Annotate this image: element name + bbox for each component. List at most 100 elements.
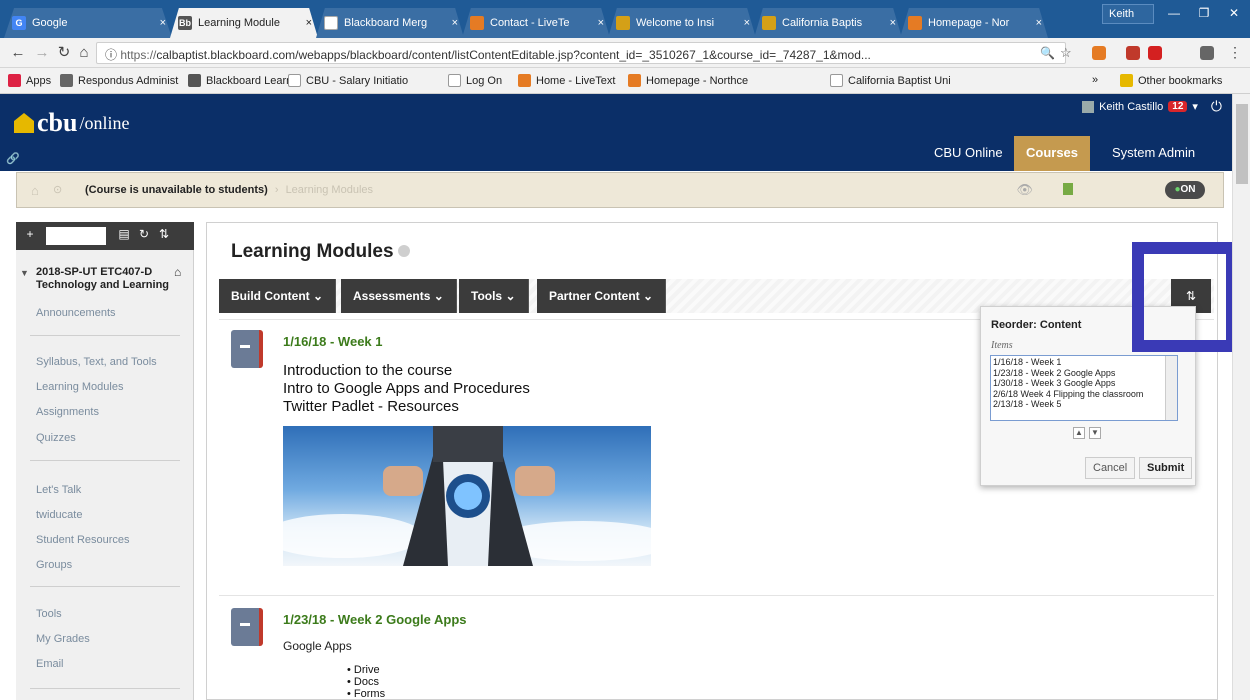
- refresh-icon[interactable]: ↻: [136, 227, 152, 241]
- move-down-icon[interactable]: ▼: [1089, 427, 1101, 439]
- bookmark-northcentral[interactable]: Homepage - Northce: [628, 74, 748, 87]
- browser-tab-blackboard-merge[interactable]: Blackboard Merg ×: [316, 8, 464, 38]
- list-scrollbar[interactable]: [1165, 356, 1177, 420]
- tab-courses[interactable]: Courses: [1014, 136, 1091, 171]
- scrollbar-thumb[interactable]: [1236, 104, 1248, 184]
- menu-icon[interactable]: ⋮: [1228, 44, 1242, 61]
- build-content-button[interactable]: Build Content ⌄: [219, 279, 337, 313]
- browser-tab-california-baptist[interactable]: California Baptis ×: [754, 8, 902, 38]
- partner-content-button[interactable]: Partner Content ⌄: [537, 279, 667, 313]
- color-icon[interactable]: [1063, 183, 1073, 195]
- forward-icon[interactable]: →: [32, 44, 52, 62]
- livetext-icon: [470, 16, 484, 30]
- title-menu-icon[interactable]: [397, 245, 410, 257]
- sort-icon[interactable]: ⇅: [156, 227, 172, 241]
- reorder-option[interactable]: 1/23/18 - Week 2 Google Apps: [993, 368, 1175, 379]
- minimize-icon[interactable]: —: [1160, 3, 1188, 23]
- extension-icon[interactable]: [1200, 46, 1214, 60]
- browser-tab-insight[interactable]: Welcome to Insi ×: [608, 8, 756, 38]
- bookmark-cbu-salary[interactable]: CBU - Salary Initiatio: [288, 74, 408, 87]
- info-icon[interactable]: ⓘ: [105, 48, 120, 62]
- sidebar-item-groups[interactable]: Groups: [36, 559, 72, 571]
- tools-button[interactable]: Tools ⌄: [459, 279, 529, 313]
- reorder-option[interactable]: 1/16/18 - Week 1: [993, 357, 1175, 368]
- sidebar-item-announcements[interactable]: Announcements: [36, 307, 116, 319]
- move-up-icon[interactable]: ▲: [1073, 427, 1085, 439]
- sidebar-item-tools[interactable]: Tools: [36, 608, 62, 620]
- chevron-down-icon: ⌄: [505, 289, 516, 303]
- sidebar-item-learning-modules[interactable]: Learning Modules: [36, 381, 123, 393]
- course-title[interactable]: 2018-SP-UT ETC407-D Technology and Learn…: [36, 266, 169, 292]
- bookmark-california-baptist[interactable]: California Baptist Uni: [830, 74, 951, 87]
- tab-system-admin[interactable]: System Admin: [1100, 136, 1207, 171]
- sidebar-item-student-resources[interactable]: Student Resources: [36, 534, 130, 546]
- maximize-icon[interactable]: ❐: [1190, 3, 1218, 23]
- chevron-down-icon[interactable]: ⊙: [53, 183, 62, 196]
- bookmark-livetext[interactable]: Home - LiveText: [518, 74, 615, 87]
- eye-icon[interactable]: 👁: [1016, 182, 1033, 198]
- other-bookmarks[interactable]: Other bookmarks: [1120, 74, 1222, 87]
- home-icon[interactable]: ⌂: [174, 265, 181, 279]
- zoom-icon[interactable]: 🔍: [1040, 46, 1055, 60]
- browser-tab-northcentral[interactable]: Homepage - Nor ×: [900, 8, 1048, 38]
- sidebar-item-syllabus[interactable]: Syllabus, Text, and Tools: [36, 356, 157, 368]
- add-icon[interactable]: +: [22, 227, 38, 241]
- close-tab-icon[interactable]: ×: [744, 17, 750, 29]
- bookmark-blackboard[interactable]: Blackboard Learn: [188, 74, 292, 87]
- tab-cbu-online[interactable]: CBU Online: [922, 136, 1015, 171]
- chevron-down-icon[interactable]: ▾: [1192, 100, 1198, 113]
- logout-icon[interactable]: ⏻: [1211, 98, 1222, 115]
- page-scrollbar[interactable]: [1232, 94, 1250, 700]
- item-title-link[interactable]: 1/16/18 - Week 1: [283, 334, 383, 349]
- submit-button[interactable]: Submit: [1139, 457, 1193, 479]
- cancel-button[interactable]: Cancel: [1085, 457, 1136, 479]
- reorder-items-list[interactable]: 1/16/18 - Week 1 1/23/18 - Week 2 Google…: [990, 355, 1178, 421]
- reload-icon[interactable]: ↻: [54, 44, 74, 62]
- reorder-option[interactable]: 2/13/18 - Week 5: [993, 399, 1175, 410]
- close-window-icon[interactable]: ✕: [1220, 3, 1248, 23]
- bookmark-log-on[interactable]: Log On: [448, 74, 502, 87]
- blackboard-icon: [188, 74, 201, 87]
- assessments-button[interactable]: Assessments ⌄: [341, 279, 457, 313]
- more-bookmarks-icon[interactable]: »: [1092, 74, 1098, 86]
- home-icon[interactable]: ⌂: [74, 44, 94, 62]
- document-icon: [231, 330, 263, 368]
- doc-icon: [288, 74, 301, 87]
- close-tab-icon[interactable]: ×: [452, 17, 458, 29]
- item-title-link[interactable]: 1/23/18 - Week 2 Google Apps: [283, 612, 467, 627]
- reorder-option[interactable]: 1/30/18 - Week 3 Google Apps: [993, 378, 1175, 389]
- close-tab-icon[interactable]: ×: [306, 17, 312, 29]
- back-icon[interactable]: ←: [8, 44, 28, 62]
- sidebar-item-email[interactable]: Email: [36, 658, 64, 670]
- browser-tab-livetext[interactable]: Contact - LiveTe ×: [462, 8, 610, 38]
- sidebar-item-lets-talk[interactable]: Let's Talk: [36, 484, 81, 496]
- collapse-icon[interactable]: ▼: [20, 268, 29, 278]
- close-tab-icon[interactable]: ×: [598, 17, 604, 29]
- bookmark-respondus[interactable]: Respondus Administ: [60, 74, 178, 87]
- browser-tab-learning-modules[interactable]: Bb Learning Module ×: [170, 8, 318, 38]
- breadcrumb-current[interactable]: Learning Modules: [286, 184, 373, 196]
- close-tab-icon[interactable]: ×: [890, 17, 896, 29]
- close-tab-icon[interactable]: ×: [160, 17, 166, 29]
- sidebar-item-my-grades[interactable]: My Grades: [36, 633, 90, 645]
- pdf-extension-icon[interactable]: [1148, 46, 1162, 60]
- reorder-option[interactable]: 2/6/18 Week 4 Flipping the classroom: [993, 389, 1175, 400]
- bookmark-star-icon[interactable]: ☆: [1060, 45, 1072, 61]
- user-menu[interactable]: Keith Castillo 12 ▾ ⏻: [1082, 98, 1222, 115]
- home-icon[interactable]: ⌂: [31, 183, 39, 198]
- folder-view-icon[interactable]: ▤: [116, 227, 132, 241]
- extension-icon[interactable]: [1092, 46, 1106, 60]
- sidebar-item-quizzes[interactable]: Quizzes: [36, 432, 76, 444]
- close-tab-icon[interactable]: ×: [1036, 17, 1042, 29]
- bookmark-apps[interactable]: Apps: [8, 74, 51, 87]
- sidebar-item-assignments[interactable]: Assignments: [36, 406, 99, 418]
- cbu-online-logo[interactable]: cbu/online: [14, 108, 129, 138]
- edit-mode-toggle[interactable]: ●ON: [1165, 181, 1205, 199]
- sidebar-item-twiducate[interactable]: twiducate: [36, 509, 82, 521]
- browser-tab-google[interactable]: G Google ×: [4, 8, 172, 38]
- extension-icon[interactable]: [1126, 46, 1140, 60]
- profile-button[interactable]: Keith: [1102, 4, 1154, 24]
- item-text: Introduction to the course: [283, 362, 453, 379]
- url-input[interactable]: ⓘ https://calbaptist.blackboard.com/weba…: [96, 42, 1066, 64]
- link-icon[interactable]: 🔗: [6, 152, 20, 165]
